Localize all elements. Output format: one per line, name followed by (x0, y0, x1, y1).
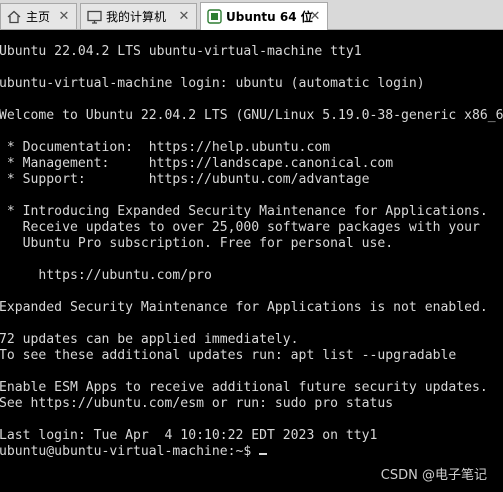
terminal-line: Receive updates to over 25,000 software … (0, 220, 480, 235)
watermark: CSDN @电子笔记 (380, 468, 487, 483)
vm-icon (206, 9, 222, 25)
tab-home[interactable]: 主页 ✕ (0, 3, 77, 29)
terminal-line: * Management: https://landscape.canonica… (0, 156, 394, 171)
terminal-console[interactable]: Ubuntu 22.04.2 LTS ubuntu-virtual-machin… (0, 31, 503, 492)
tab-my-computer[interactable]: 我的计算机 ✕ (80, 3, 197, 29)
tab-ubuntu-64[interactable]: Ubuntu 64 位 ✕ (200, 2, 328, 30)
terminal-line: Ubuntu 22.04.2 LTS ubuntu-virtual-machin… (0, 44, 362, 59)
tab-home-label: 主页 (26, 10, 51, 24)
tab-my-computer-label: 我的计算机 (106, 10, 167, 24)
terminal-line: See https://ubuntu.com/esm or run: sudo … (0, 396, 394, 411)
tab-bar: 主页 ✕ 我的计算机 ✕ Ubuntu 64 位 ✕ (0, 0, 503, 30)
terminal-line: Welcome to Ubuntu 22.04.2 LTS (GNU/Linux… (0, 108, 503, 123)
home-icon (6, 9, 22, 25)
terminal-line: Ubuntu Pro subscription. Free for person… (0, 236, 394, 251)
close-icon[interactable]: ✕ (57, 9, 71, 24)
close-icon[interactable]: ✕ (177, 9, 191, 24)
terminal-line: Expanded Security Maintenance for Applic… (0, 300, 488, 315)
text-cursor (259, 453, 268, 455)
monitor-icon (86, 9, 102, 25)
terminal-line: Enable ESM Apps to receive additional fu… (0, 380, 488, 395)
terminal-line: To see these additional updates run: apt… (0, 348, 457, 363)
terminal-line: * Support: https://ubuntu.com/advantage (0, 172, 370, 187)
close-icon[interactable]: ✕ (308, 9, 322, 24)
shell-prompt: ubuntu@ubuntu-virtual-machine:~$ (0, 444, 260, 459)
terminal-line: ubuntu-virtual-machine login: ubuntu (au… (0, 76, 425, 91)
terminal-line: 72 updates can be applied immediately. (0, 332, 299, 347)
tab-ubuntu-64-label: Ubuntu 64 位 (226, 10, 313, 24)
terminal-line: * Introducing Expanded Security Maintena… (0, 204, 488, 219)
terminal-line: Last login: Tue Apr 4 10:10:22 EDT 2023 … (0, 428, 378, 443)
terminal-line: * Documentation: https://help.ubuntu.com (0, 140, 331, 155)
terminal-prompt-line[interactable]: ubuntu@ubuntu-virtual-machine:~$ (0, 444, 502, 460)
terminal-line: https://ubuntu.com/pro (0, 268, 212, 283)
